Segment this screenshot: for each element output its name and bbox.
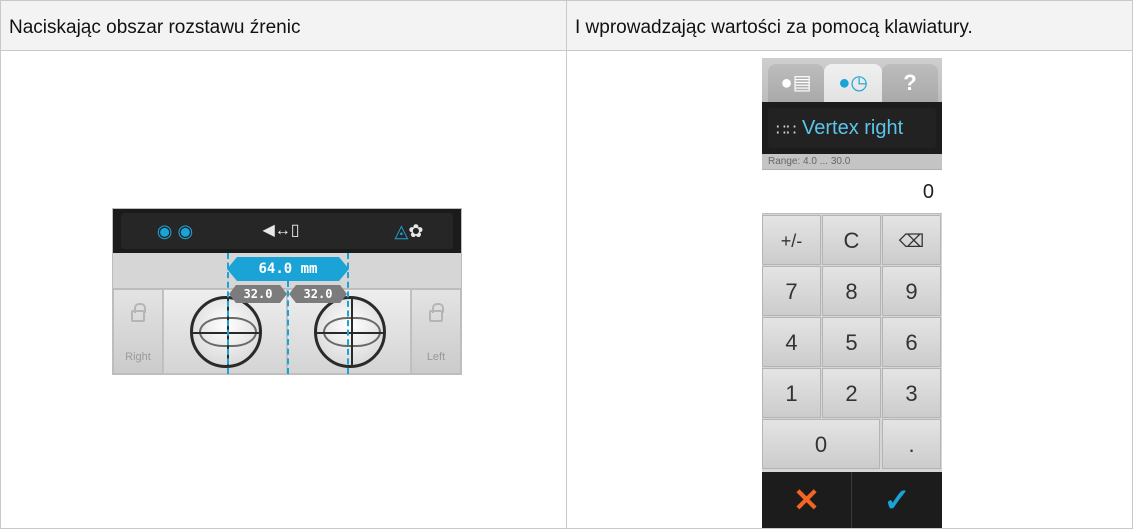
pd-guide-line-left [347,253,349,374]
keypad-header: ∷∷ Vertex right [762,102,942,154]
key-4[interactable]: 4 [762,317,821,367]
lock-left-button[interactable]: Left [411,289,461,374]
key-8[interactable]: 8 [822,266,881,316]
lock-right-button[interactable]: Right [113,289,163,374]
header-right-text: I wprowadzając wartości za pomocą klawia… [575,17,973,38]
pd-toolbar-inner: ◉ ◉ ◀↔▯ ◬✿ [121,213,453,249]
confirm-button[interactable]: ✓ [852,472,942,528]
key-dot[interactable]: . [882,419,941,469]
pd-guide-line-center [287,281,289,374]
pd-right-half-badge[interactable]: 32.0 [229,285,287,303]
header-cell-right: I wprowadzając wartości za pomocą klawia… [566,0,1133,51]
pd-panel: ◉ ◉ ◀↔▯ ◬✿ Right Left 64.0 mm 32.0 32.0 [112,208,462,375]
key-1[interactable]: 1 [762,368,821,418]
key-7[interactable]: 7 [762,266,821,316]
pd-total-badge[interactable]: 64.0 mm [227,257,349,281]
user-history-icon: ●◷ [838,72,868,94]
lock-open-icon [131,303,146,322]
header-cell-left: Naciskając obszar rozstawu źrenic [0,0,567,51]
key-6[interactable]: 6 [882,317,941,367]
key-backspace[interactable]: ⌫ [882,215,941,265]
keypad-header-inner: ∷∷ Vertex right [768,108,936,148]
keypad-actions: ✕ ✓ [762,472,942,528]
tab-help[interactable]: ? [882,64,938,102]
key-3[interactable]: 3 [882,368,941,418]
vertex-distance-icon[interactable]: ◀↔▯ [241,213,321,249]
pd-left-half-badge[interactable]: 32.0 [289,285,347,303]
tab-user-report[interactable]: ●▤ [768,64,824,102]
key-5[interactable]: 5 [822,317,881,367]
mountain-near-icon[interactable]: ◬✿ [379,213,439,249]
eye-left-icon [314,296,386,368]
pd-guide-line-right [227,253,229,374]
lock-left-label: Left [426,351,446,363]
tab-user-history[interactable]: ●◷ [824,64,882,102]
key-plus-minus[interactable]: +/- [762,215,821,265]
lock-right-label: Right [125,351,151,363]
lock-open-icon [429,303,444,322]
key-0[interactable]: 0 [762,419,880,469]
key-9[interactable]: 9 [882,266,941,316]
key-2[interactable]: 2 [822,368,881,418]
keypad-value-field[interactable]: 0 [762,170,942,214]
checkmark-icon: ✓ [883,482,911,518]
keypad-range: Range: 4.0 ... 30.0 [762,154,942,170]
eye-right-icon [190,296,262,368]
backspace-icon: ⌫ [898,231,925,251]
pd-toolbar: ◉ ◉ ◀↔▯ ◬✿ [113,209,461,253]
cross-icon: ✕ [793,482,820,518]
header-left-text: Naciskając obszar rozstawu źrenic [9,17,301,38]
keypad-grid-icon: ∷∷ [776,122,797,139]
keypad-tabs: ●▤ ●◷ ? [762,58,942,102]
eyes-distance-icon[interactable]: ◉ ◉ [149,213,201,249]
keypad-panel: ●▤ ●◷ ? ∷∷ Vertex right Range: 4.0 ... 3… [762,58,942,528]
user-report-icon: ●▤ [780,72,812,94]
help-icon: ? [903,70,917,95]
keypad-title: Vertex right [802,117,904,139]
keypad-keys: +/- C ⌫ 7 8 9 4 5 6 1 2 3 0 . [762,215,942,471]
key-clear[interactable]: C [822,215,881,265]
cancel-button[interactable]: ✕ [762,472,852,528]
